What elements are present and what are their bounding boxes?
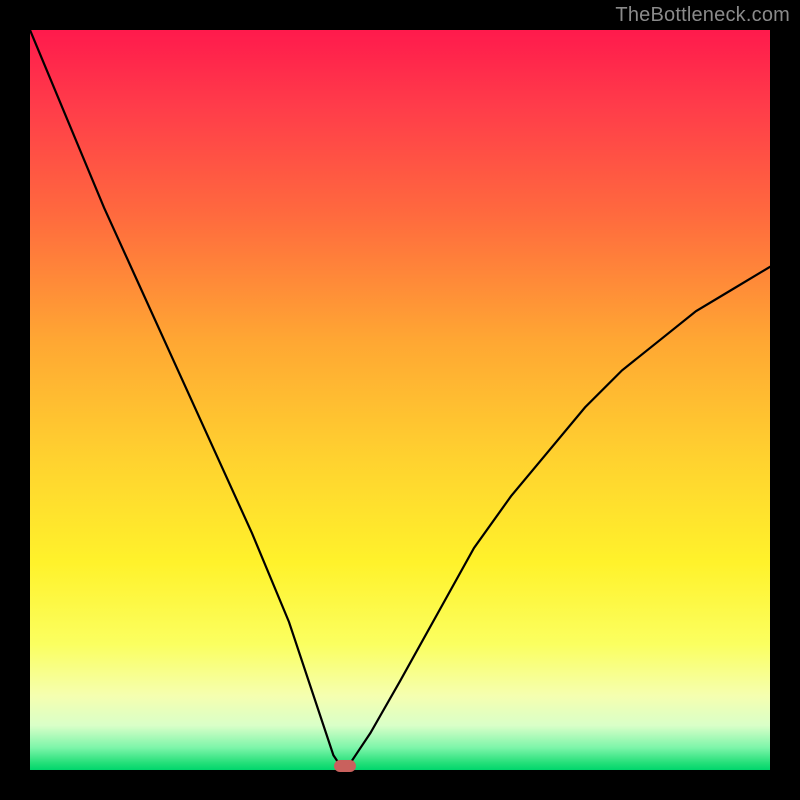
curve-svg xyxy=(30,30,770,770)
watermark-text: TheBottleneck.com xyxy=(615,4,790,27)
bottleneck-curve xyxy=(30,30,770,770)
plot-area xyxy=(30,30,770,770)
min-marker xyxy=(334,760,356,772)
chart-frame: TheBottleneck.com xyxy=(0,0,800,800)
